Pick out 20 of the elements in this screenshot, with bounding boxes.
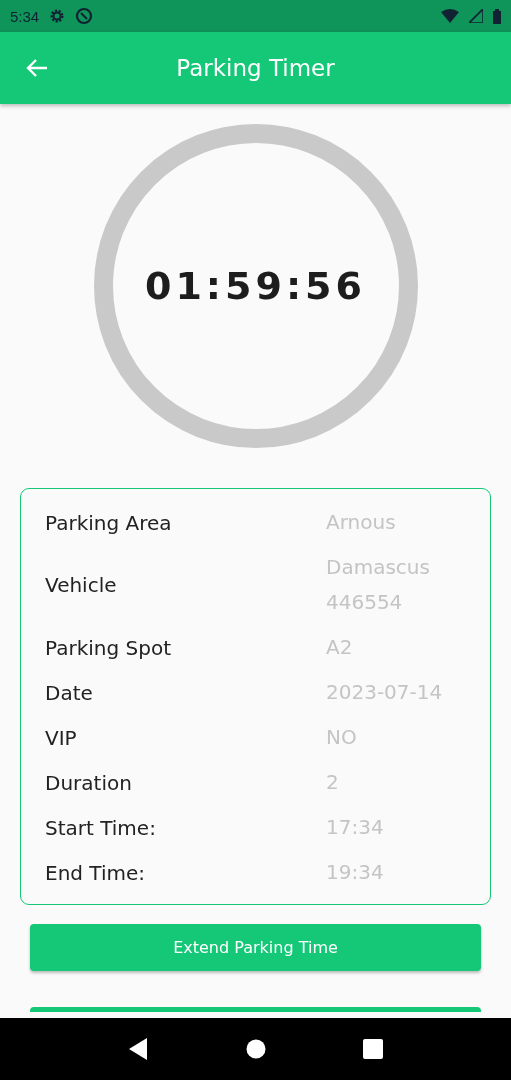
screen-title: Parking Timer	[175, 55, 336, 81]
detail-label: Duration	[45, 770, 133, 795]
extend-button[interactable]: Extend Parking Time	[30, 924, 481, 971]
home-icon[interactable]	[245, 1039, 266, 1059]
countdown-time: 01:59:56	[144, 264, 366, 308]
detail-label: End Time:	[45, 860, 147, 885]
back-icon[interactable]	[128, 1038, 149, 1060]
detail-label: Date	[45, 680, 94, 705]
battery-icon	[493, 8, 501, 24]
signal-icon	[469, 9, 483, 23]
circle-icon	[75, 7, 94, 25]
wifi-icon	[441, 9, 459, 23]
recents-icon[interactable]	[362, 1039, 383, 1059]
detail-label: Start Time:	[45, 815, 157, 840]
gear-icon	[49, 8, 66, 24]
detail-label: Vehicle	[45, 573, 118, 597]
detail-label: VIP	[45, 725, 78, 750]
detail-label: Parking Spot	[45, 635, 172, 660]
status-time: 5:34	[10, 7, 40, 25]
detail-label: Parking Area	[45, 510, 173, 535]
